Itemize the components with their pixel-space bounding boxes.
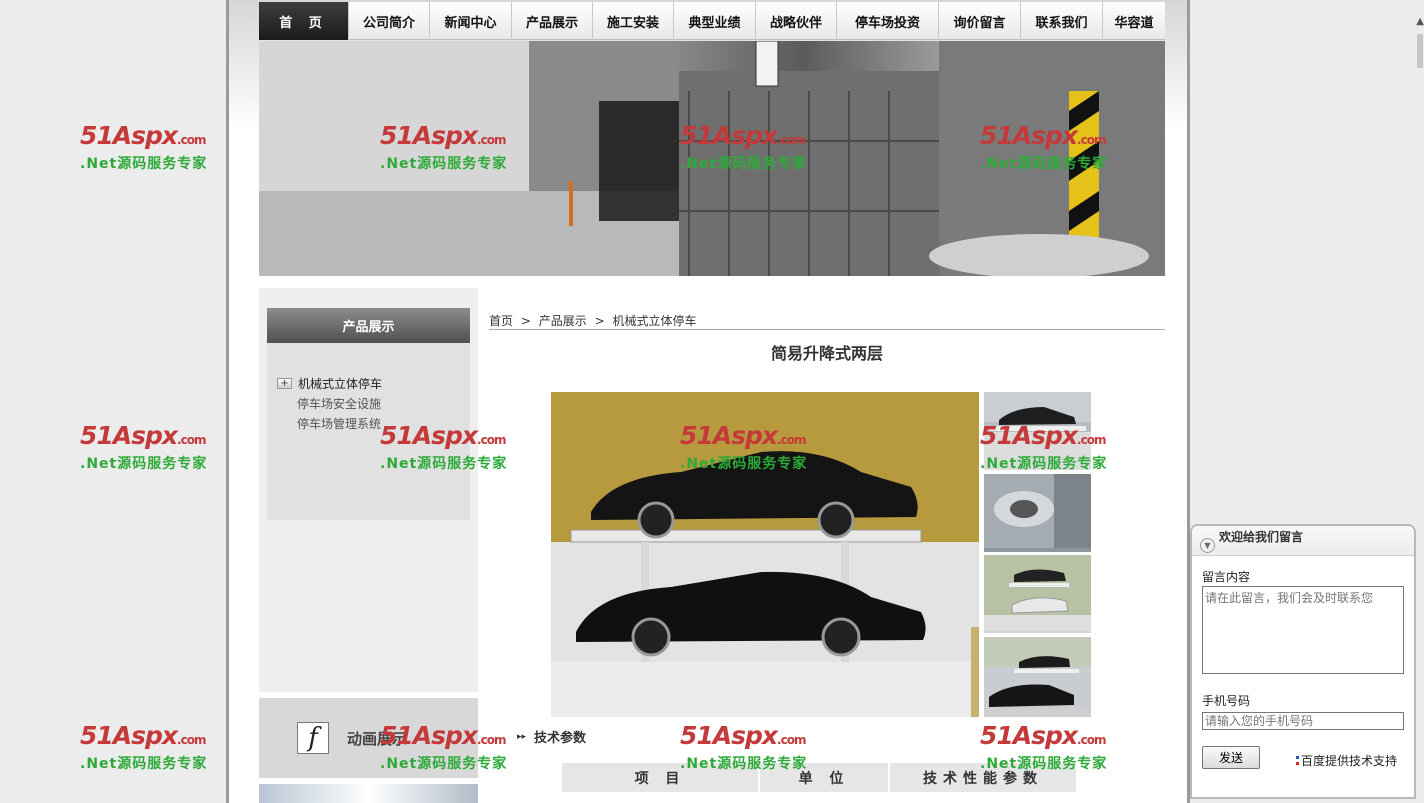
left-sidebar: 产品展示 + 机械式立体停车 停车场安全设施 停车场管理系统 [259,288,478,692]
category-tree: + 机械式立体停车 停车场安全设施 停车场管理系统 [267,343,470,433]
partner-logo-thumbnail[interactable] [259,784,478,803]
table-header-unit: 单 位 [759,762,889,793]
watermark: 51Aspx.com .Net源码服务专家 [80,122,220,178]
category-title: 产品展示 [267,308,470,343]
category-item-mechanical-parking[interactable]: + 机械式立体停车 [277,373,470,393]
message-widget-title: 欢迎给我们留言 [1219,530,1304,544]
nav-about[interactable]: 公司简介 [349,2,430,40]
category-item-management-system[interactable]: 停车场管理系统 [277,413,470,433]
scroll-thumb[interactable] [1417,34,1423,68]
page-scrollbar[interactable]: ▲ [1416,0,1424,803]
send-button[interactable]: 发送 [1202,746,1260,769]
banner-parking-garage [259,41,1165,276]
thumb-4-drawing [984,637,1091,717]
scroll-up-icon[interactable]: ▲ [1416,16,1424,27]
product-main-photo [551,392,979,717]
breadcrumb-separator: > [520,314,531,328]
watermark-slogan: .Net源码服务专家 [80,456,208,472]
watermark: 51Aspx.com .Net源码服务专家 [80,422,220,478]
breadcrumb: 首页 > 产品展示 > 机械式立体停车 [489,312,1165,330]
phone-label: 手机号码 [1202,694,1251,708]
category-label: 机械式立体停车 [298,376,383,391]
two-level-lift-illustration [551,392,979,717]
watermark: 51Aspx.com .Net源码服务专家 [80,722,220,778]
nav-contact[interactable]: 联系我们 [1021,2,1103,40]
watermark-logo: 51Aspx [80,721,178,750]
baidu-support-link[interactable]: 百度提供技术支持 [1296,752,1397,769]
thumb-1-drawing [984,392,1091,470]
nav-news[interactable]: 新闻中心 [430,2,512,40]
nav-home[interactable]: 首 页 [259,2,349,40]
tech-params-label: 技术参数 [534,731,587,746]
table-header-spec: 技术性能参数 [889,762,1077,793]
nav-cases[interactable]: 典型业绩 [674,2,756,40]
product-thumbnail-1[interactable] [984,392,1091,470]
double-arrow-icon: ▸▸ [517,731,527,742]
breadcrumb-separator: > [594,314,605,328]
main-nav: 首 页 公司简介 新闻中心 产品展示 施工安装 典型业绩 战略伙伴 停车场投资 … [259,2,1165,40]
baidu-support-label: 百度提供技术支持 [1301,754,1398,768]
message-widget-header[interactable]: ▼ 欢迎给我们留言 [1192,526,1414,556]
watermark-slogan: .Net源码服务专家 [80,756,208,772]
breadcrumb-home[interactable]: 首页 [489,314,513,328]
tech-params-table-header: 项 目 单 位 技术性能参数 [561,762,1077,793]
thumb-3-drawing [984,555,1091,631]
watermark-com: .com [177,133,206,147]
flash-icon: f [297,722,329,754]
banner-image [259,41,1165,276]
nav-installation[interactable]: 施工安装 [593,2,674,40]
table-header-item: 项 目 [561,762,759,793]
watermark-com: .com [177,733,206,747]
nav-products[interactable]: 产品展示 [512,2,593,40]
product-thumbnail-4[interactable] [984,637,1091,717]
watermark-slogan: .Net源码服务专家 [80,156,208,172]
flag-icon [1296,756,1299,765]
watermark-logo: 51Aspx [80,121,178,150]
expand-icon[interactable]: + [277,377,292,389]
page-container: 首 页 公司简介 新闻中心 产品展示 施工安装 典型业绩 战略伙伴 停车场投资 … [226,0,1190,803]
category-item-safety-facilities[interactable]: 停车场安全设施 [277,393,470,413]
flash-label: 动画展示 [347,729,408,748]
product-thumbnail-3[interactable] [984,555,1091,633]
product-category-panel: 产品展示 + 机械式立体停车 停车场安全设施 停车场管理系统 [267,308,470,520]
nav-partners[interactable]: 战略伙伴 [756,2,837,40]
flash-demo-link[interactable]: f 动画展示 [259,698,478,778]
nav-inquiry[interactable]: 询价留言 [939,2,1021,40]
thumb-2-drawing [984,474,1091,548]
tech-params-heading: ▸▸ 技术参数 [517,727,586,746]
message-widget: ▼ 欢迎给我们留言 留言内容 手机号码 发送 百度提供技术支持 [1190,524,1416,799]
product-thumbnail-2[interactable] [984,474,1091,552]
nav-huarongdao[interactable]: 华容道 [1103,2,1165,40]
message-content-label: 留言内容 [1202,570,1251,584]
watermark-com: .com [177,433,206,447]
product-title: 简易升降式两层 [770,344,883,363]
breadcrumb-category[interactable]: 产品展示 [539,314,587,328]
breadcrumb-current[interactable]: 机械式立体停车 [612,314,696,328]
chevron-down-icon[interactable]: ▼ [1200,538,1215,553]
message-content-input[interactable] [1202,586,1404,674]
watermark-logo: 51Aspx [80,421,178,450]
phone-input[interactable] [1202,712,1404,730]
nav-parking-investment[interactable]: 停车场投资 [837,2,939,40]
